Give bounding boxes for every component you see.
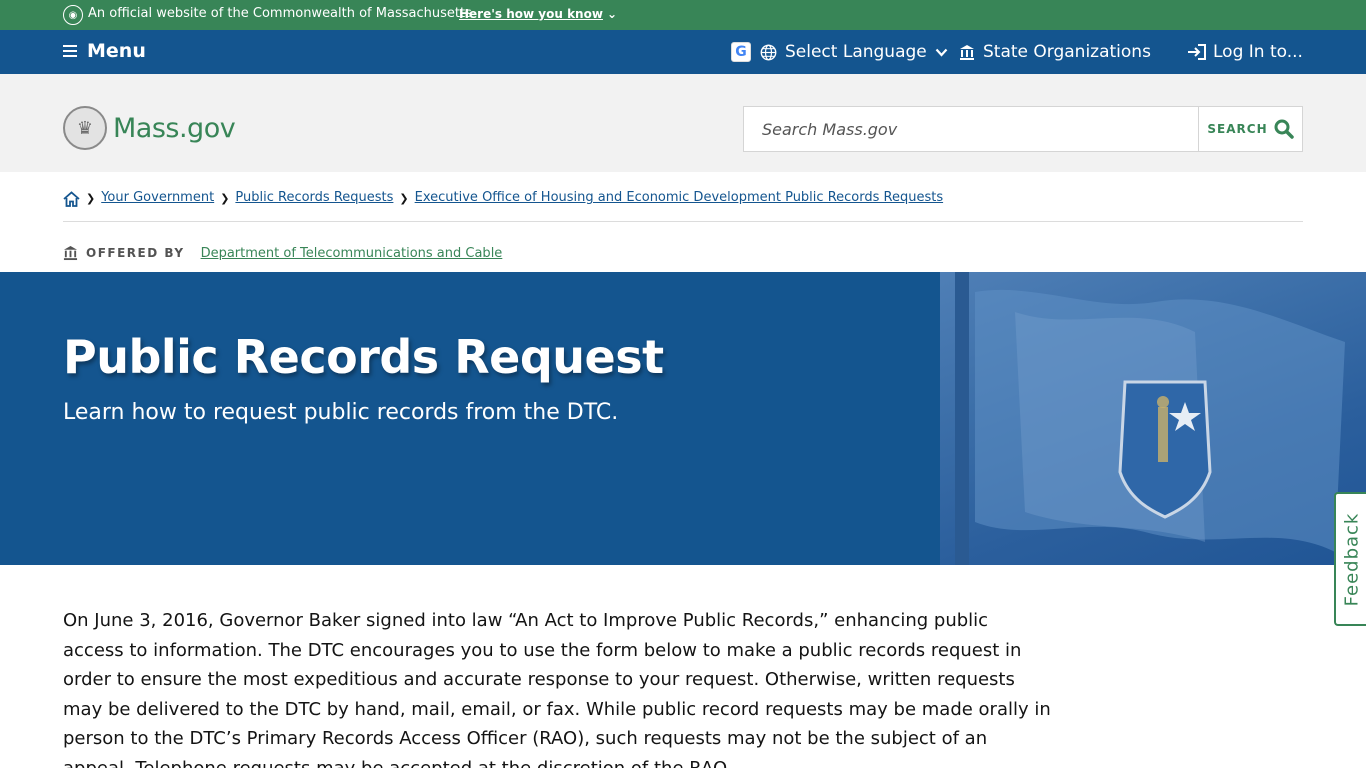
chevron-down-icon: ⌄	[606, 7, 617, 21]
site-header: ♛ Mass.gov SEARCH	[0, 74, 1366, 172]
massachusetts-flag-image	[975, 289, 1345, 552]
flag-pole	[955, 272, 969, 565]
mass-gov-logo[interactable]: ♛ Mass.gov	[63, 106, 236, 150]
google-translate-icon: G	[731, 42, 751, 62]
logo-text: Mass.gov	[113, 112, 236, 144]
search-button[interactable]: SEARCH	[1198, 107, 1302, 151]
breadcrumb-item[interactable]: Public Records Requests	[235, 190, 393, 205]
login-label: Log In to...	[1213, 42, 1303, 62]
chevron-right-icon: ❯	[86, 192, 96, 205]
page-title: Public Records Request	[63, 330, 664, 384]
official-banner: ◉ An official website of the Commonwealt…	[0, 0, 1366, 30]
search-form: SEARCH	[743, 106, 1303, 152]
search-input[interactable]	[744, 107, 1198, 151]
seal-icon: ◉	[63, 5, 83, 25]
home-icon[interactable]	[63, 191, 80, 207]
login-icon	[1188, 44, 1206, 60]
search-button-label: SEARCH	[1207, 122, 1268, 136]
breadcrumb-item[interactable]: Your Government	[101, 190, 214, 205]
login-button[interactable]: Log In to...	[1187, 42, 1303, 62]
select-language-button[interactable]: Select Language	[760, 42, 948, 62]
building-icon	[63, 245, 78, 261]
chevron-right-icon: ❯	[220, 192, 230, 205]
page-subtitle: Learn how to request public records from…	[63, 400, 619, 425]
offered-by-label: OFFERED BY	[86, 246, 185, 260]
intro-paragraph: On June 3, 2016, Governor Baker signed i…	[63, 610, 1051, 768]
offered-by-org-link[interactable]: Department of Telecommunications and Cab…	[201, 246, 503, 261]
state-organizations-button[interactable]: State Organizations	[959, 42, 1151, 62]
select-language-label: Select Language	[785, 42, 927, 62]
feedback-label: Feedback	[1341, 512, 1363, 606]
chevron-down-icon	[935, 48, 948, 57]
hamburger-icon	[63, 45, 77, 57]
page-banner: Public Records Request Learn how to requ…	[0, 272, 1366, 565]
how-you-know-link[interactable]: Here's how you know ⌄	[459, 7, 617, 21]
menu-button[interactable]: Menu	[63, 40, 146, 62]
official-text: An official website of the Commonwealth …	[88, 6, 472, 21]
state-seal-icon: ♛	[63, 106, 107, 150]
globe-icon	[760, 44, 777, 60]
breadcrumb-item[interactable]: Executive Office of Housing and Economic…	[415, 190, 943, 205]
breadcrumb: ❯ Your Government ❯ Public Records Reque…	[63, 190, 1303, 222]
how-you-know-label: Here's how you know	[459, 7, 603, 21]
building-icon	[960, 44, 974, 60]
search-icon	[1274, 119, 1294, 139]
chevron-right-icon: ❯	[399, 192, 409, 205]
menu-label: Menu	[87, 40, 146, 62]
offered-by: OFFERED BY Department of Telecommunicati…	[63, 245, 502, 261]
utility-nav: Menu G Select Language State Organizatio…	[0, 30, 1366, 74]
state-organizations-label: State Organizations	[983, 42, 1151, 62]
feedback-button[interactable]: Feedback	[1334, 492, 1366, 626]
